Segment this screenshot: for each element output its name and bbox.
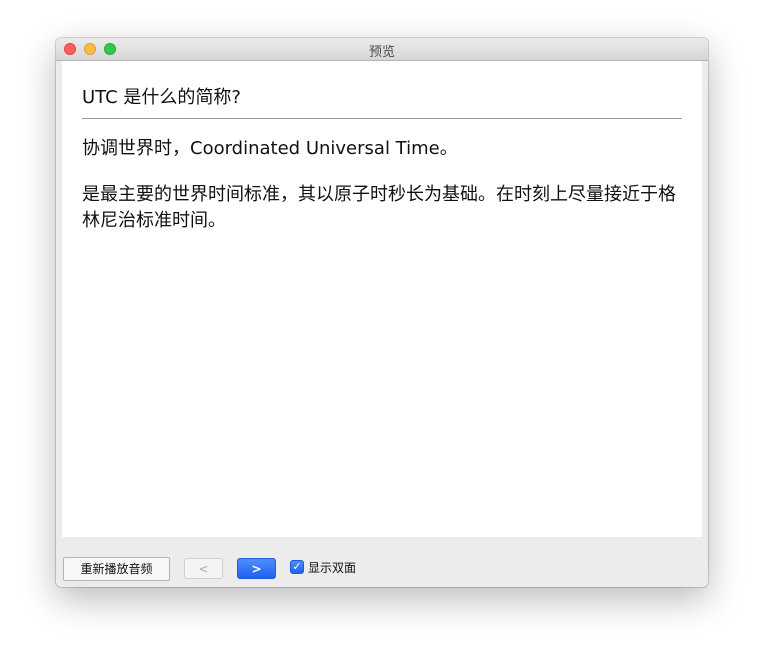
title-bar[interactable]: 预览 [56, 38, 708, 61]
checkmark-icon: ✓ [292, 560, 302, 573]
card-answer-line-1: 协调世界时，Coordinated Universal Time。 [82, 138, 458, 159]
next-card-button[interactable]: > [237, 558, 276, 579]
replay-audio-button[interactable]: 重新播放音频 [63, 557, 170, 581]
preview-window: 预览 UTC 是什么的简称? 协调世界时，Coordinated Univers… [56, 38, 708, 587]
card-content: UTC 是什么的简称? 协调世界时，Coordinated Universal … [62, 61, 702, 537]
show-both-sides-label[interactable]: 显示双面 [308, 559, 356, 576]
card-question: UTC 是什么的简称? [82, 87, 241, 108]
card-answer-line-2: 是最主要的世界时间标准，其以原子时秒长为基础。在时刻上尽量接近于格林尼治标准时间… [82, 184, 676, 231]
previous-card-button[interactable]: < [184, 558, 223, 579]
show-both-sides-checkbox[interactable]: ✓ [290, 560, 304, 574]
window-title: 预览 [368, 45, 395, 60]
question-answer-divider [82, 118, 682, 119]
